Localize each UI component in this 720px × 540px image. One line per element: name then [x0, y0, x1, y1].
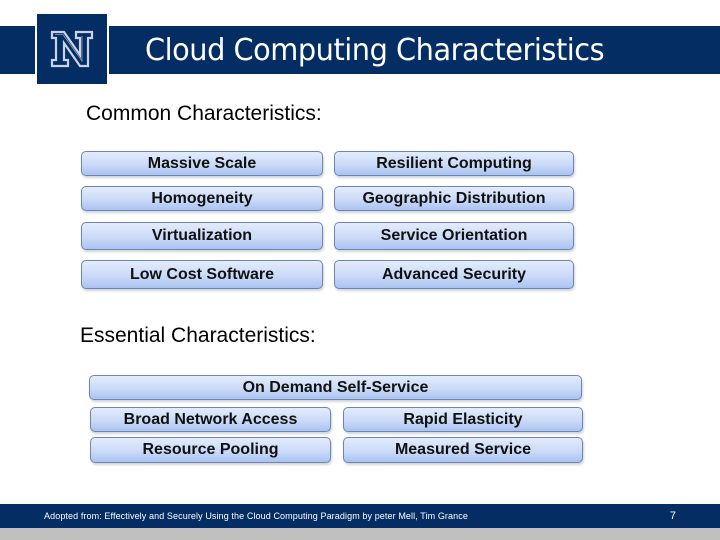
footer-credit: Adopted from: Effectively and Securely U… [44, 511, 468, 521]
common-characteristics-heading: Common Characteristics: [86, 102, 322, 125]
essential-characteristics-heading: Essential Characteristics: [80, 324, 316, 347]
university-n-logo-icon [50, 30, 94, 68]
characteristic-geographic-distribution: Geographic Distribution [334, 186, 574, 211]
characteristic-resilient-computing: Resilient Computing [334, 151, 574, 176]
characteristic-virtualization: Virtualization [81, 222, 323, 250]
characteristic-advanced-security: Advanced Security [334, 260, 574, 289]
essential-on-demand-self-service: On Demand Self-Service [89, 375, 582, 400]
characteristic-service-orientation: Service Orientation [334, 222, 574, 250]
essential-resource-pooling: Resource Pooling [90, 437, 331, 463]
characteristic-homogeneity: Homogeneity [81, 186, 323, 211]
characteristic-massive-scale: Massive Scale [81, 151, 323, 176]
footer-gray-strip [0, 528, 720, 540]
essential-broad-network-access: Broad Network Access [90, 407, 331, 432]
title-bar: Cloud Computing Characteristics [109, 26, 720, 74]
page-title: Cloud Computing Characteristics [145, 32, 605, 68]
essential-rapid-elasticity: Rapid Elasticity [343, 407, 583, 432]
logo [37, 14, 107, 84]
essential-measured-service: Measured Service [343, 437, 583, 463]
characteristic-low-cost-software: Low Cost Software [81, 260, 323, 289]
header-left-strip [0, 26, 35, 74]
slide-number: 7 [669, 510, 676, 522]
footer-bar: Adopted from: Effectively and Securely U… [0, 504, 720, 528]
